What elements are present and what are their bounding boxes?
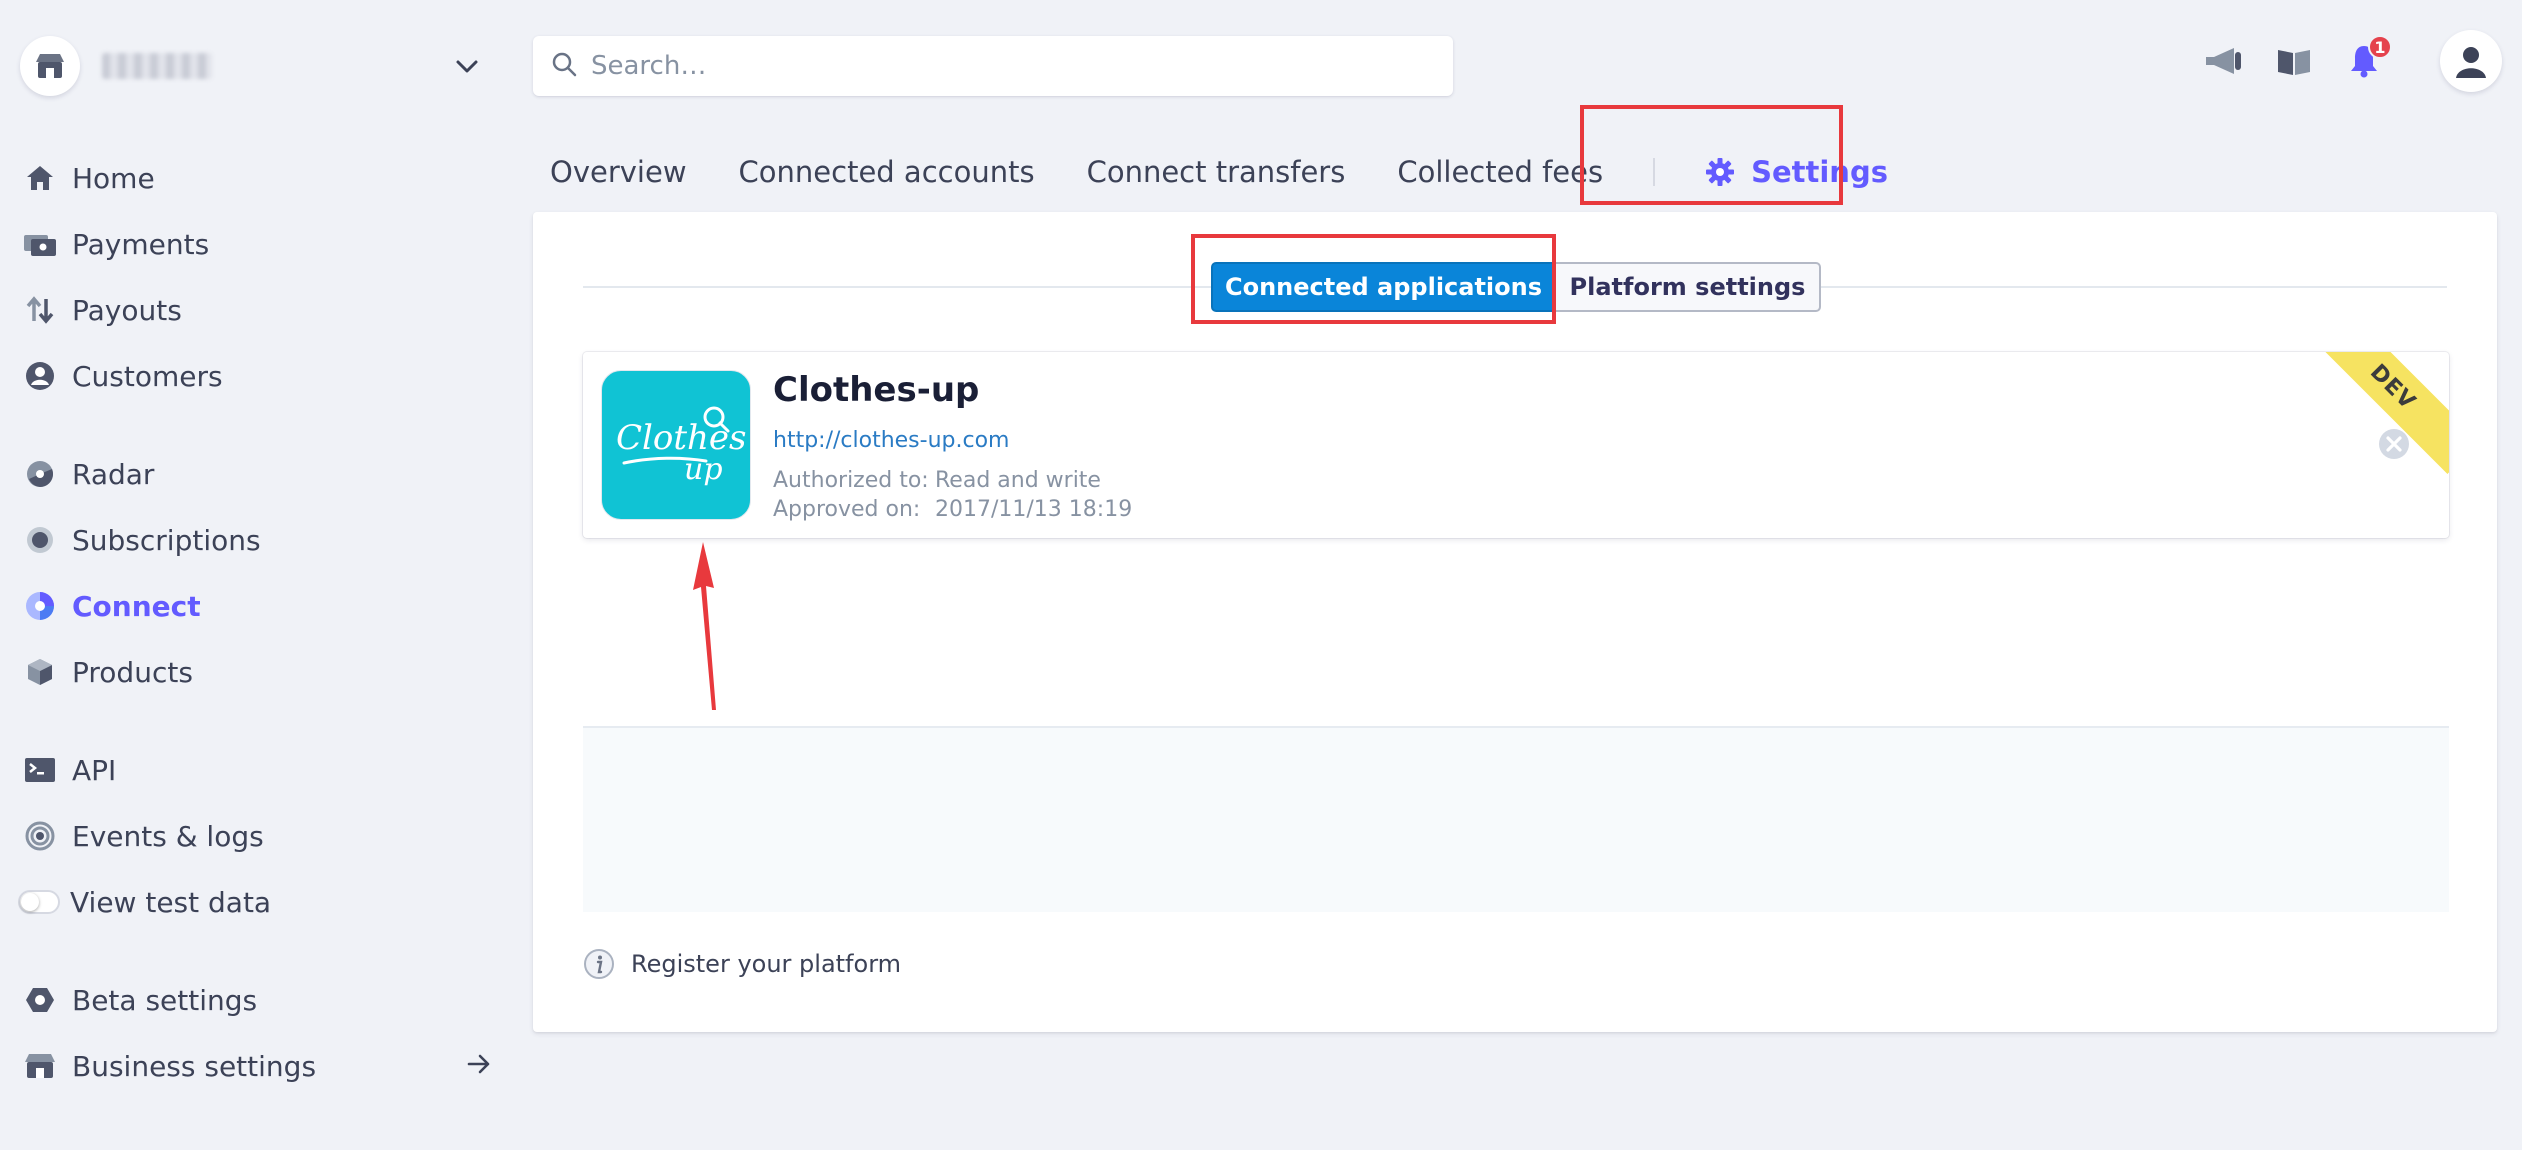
app-name: Clothes-up [773, 370, 980, 410]
subscriptions-icon [22, 522, 58, 558]
sidebar-item-subscriptions[interactable]: Subscriptions [22, 507, 492, 573]
logo-text-up: up [684, 452, 723, 487]
store-icon [20, 36, 80, 96]
sidebar-item-customers[interactable]: Customers [22, 343, 492, 409]
tab-connected-accounts[interactable]: Connected accounts [739, 155, 1035, 189]
sidebar-item-label: Connect [72, 589, 201, 623]
sidebar-item-label: Products [72, 655, 193, 689]
app-meta: Authorized to: Read and write Approved on… [773, 466, 1132, 524]
sidebar-item-payouts[interactable]: Payouts [22, 277, 492, 343]
sidebar-item-events-logs[interactable]: Events & logs [22, 803, 492, 869]
avatar[interactable] [2440, 30, 2502, 92]
payouts-icon [22, 292, 58, 328]
test-data-toggle[interactable] [18, 890, 60, 914]
sidebar-item-label: Customers [72, 359, 223, 393]
sidebar-item-label: View test data [70, 885, 272, 919]
sidebar-item-products[interactable]: Products [22, 639, 492, 705]
search-input[interactable] [591, 51, 1411, 81]
sidebar-item-label: Payouts [72, 293, 182, 327]
terminal-icon [22, 752, 58, 788]
notification-badge: 1 [2368, 35, 2392, 59]
platform-settings-button[interactable]: Platform settings [1556, 262, 1821, 312]
sidebar-item-label: Business settings [72, 1049, 317, 1083]
annotation-arrow-icon [693, 542, 716, 710]
authorized-label: Authorized to: [773, 468, 929, 493]
tab-connect-transfers[interactable]: Connect transfers [1087, 155, 1346, 189]
customers-icon [22, 358, 58, 394]
highlight-box-connected-applications [1191, 234, 1556, 324]
megaphone-icon[interactable] [2204, 41, 2244, 81]
sidebar-item-label: Events & logs [72, 819, 264, 853]
connect-icon [22, 588, 58, 624]
sidebar-item-radar[interactable]: Radar [22, 441, 492, 507]
products-icon [22, 654, 58, 690]
events-icon [22, 818, 58, 854]
info-icon [583, 948, 615, 980]
search-icon [551, 51, 577, 81]
bell-icon[interactable]: 1 [2344, 35, 2392, 81]
app-url-link[interactable]: http://clothes-up.com [773, 428, 1009, 453]
hexagon-icon [22, 982, 58, 1018]
book-icon[interactable] [2274, 41, 2314, 81]
settings-panel: Connected applications Platform settings… [533, 212, 2497, 1032]
sidebar-item-home[interactable]: Home [22, 145, 492, 211]
register-platform-label: Register your platform [631, 950, 902, 978]
approved-value: 2017/11/13 18:19 [935, 497, 1133, 522]
app-logo: Clothes up [601, 370, 751, 520]
home-icon [22, 160, 58, 196]
arrow-right-icon[interactable] [466, 1051, 492, 1084]
account-name [102, 53, 212, 79]
sidebar-item-payments[interactable]: Payments [22, 211, 492, 277]
sidebar-item-view-test-data[interactable]: View test data [18, 869, 492, 935]
chevron-down-icon[interactable] [454, 53, 480, 83]
sidebar-item-label: Payments [72, 227, 210, 261]
highlight-box-settings [1580, 105, 1843, 205]
tab-overview[interactable]: Overview [550, 155, 687, 189]
empty-list-area [583, 726, 2449, 912]
sidebar-item-label: Beta settings [72, 983, 258, 1017]
payments-icon [22, 226, 58, 262]
sidebar-item-label: Subscriptions [72, 523, 261, 557]
sidebar-item-connect[interactable]: Connect [22, 573, 492, 639]
authorized-value: Read and write [935, 468, 1101, 493]
sidebar-item-business-settings[interactable]: Business settings [22, 1033, 492, 1099]
sidebar-nav: Home Payments Payouts Customers Radar Su… [18, 145, 492, 1099]
account-switcher[interactable] [20, 35, 490, 97]
topbar-actions: 1 [2204, 30, 2502, 92]
register-platform-link[interactable]: Register your platform [583, 948, 901, 980]
sidebar-item-api[interactable]: API [22, 737, 492, 803]
logo-text-clothes: Clothes [616, 418, 747, 458]
radar-icon [22, 456, 58, 492]
sidebar-item-beta-settings[interactable]: Beta settings [22, 967, 492, 1033]
sidebar-item-label: API [72, 753, 117, 787]
sidebar-item-label: Home [72, 161, 155, 195]
tab-collected-fees[interactable]: Collected fees [1397, 155, 1603, 189]
search-bar[interactable] [533, 36, 1453, 96]
sidebar-item-label: Radar [72, 457, 155, 491]
store-icon [22, 1048, 58, 1084]
connected-app-card: Clothes up Clothes-up http://clothes-up.… [583, 352, 2449, 538]
approved-label: Approved on: [773, 497, 921, 522]
